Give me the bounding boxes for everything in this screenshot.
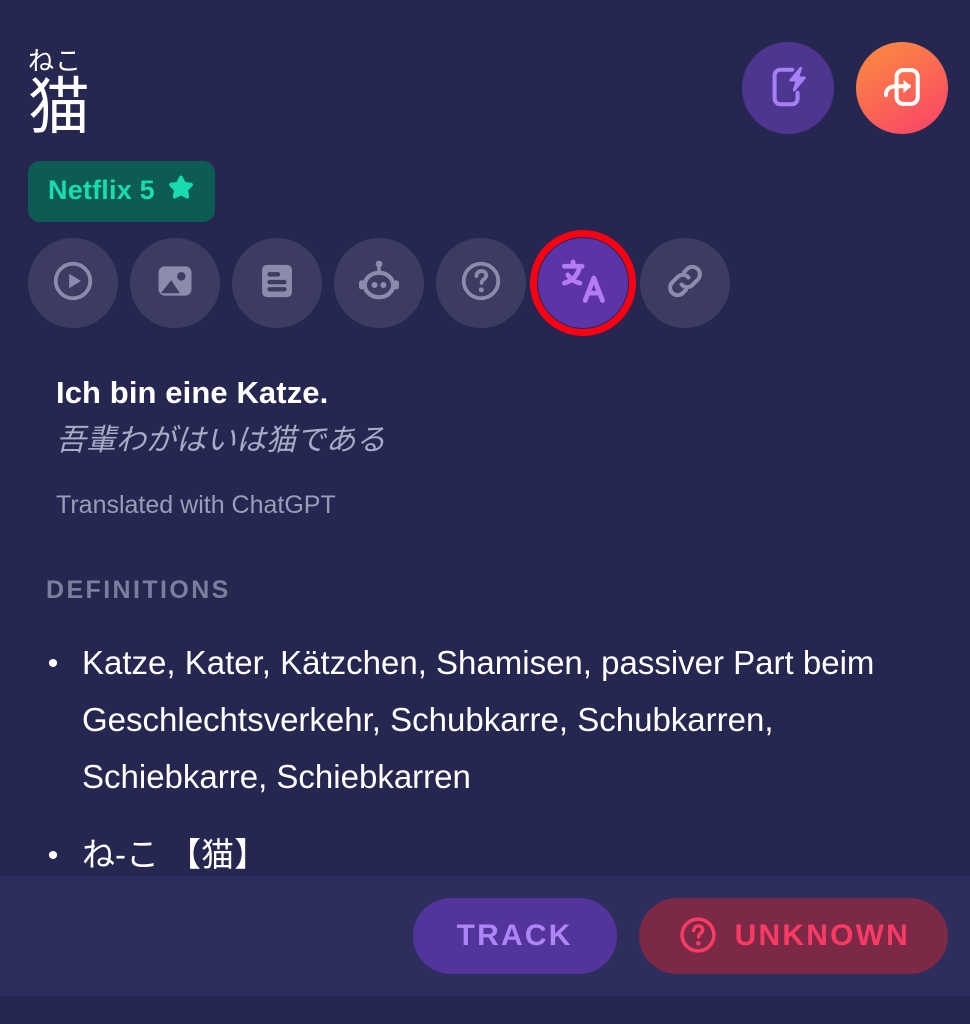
definitions-list: • Katze, Kater, Kätzchen, Shamisen, pass… (46, 635, 940, 876)
flashcard-button[interactable] (742, 42, 834, 134)
play-icon (50, 258, 96, 309)
export-arrow-icon (879, 64, 925, 113)
unknown-button-label: UNKNOWN (734, 919, 910, 952)
translation-source: Translated with ChatGPT (56, 490, 336, 519)
headword: 猫 (28, 73, 91, 142)
star-icon (165, 172, 197, 209)
word-title-block: ねこ 猫 (28, 48, 90, 139)
image-icon (152, 258, 198, 309)
definitions-section: DEFINITIONS • Katze, Kater, Kätzchen, Sh… (46, 576, 940, 876)
content-area: ねこ 猫 Netflix 5 Ich bin eine Katze. 吾輩わがは… (0, 0, 970, 876)
translate-icon (557, 255, 609, 312)
article-icon-button[interactable] (232, 238, 322, 328)
tool-icon-row (28, 230, 730, 336)
translation-block: Ich bin eine Katze. 吾輩わがはいは猫である Translat… (56, 372, 930, 521)
bottom-action-bar: TRACK UNKNOWN (0, 876, 970, 996)
link-icon (662, 258, 708, 309)
robot-icon (355, 257, 403, 310)
source-badge[interactable]: Netflix 5 (28, 161, 215, 222)
link-icon-button[interactable] (640, 238, 730, 328)
definitions-heading: DEFINITIONS (46, 576, 231, 604)
help-icon-button[interactable] (436, 238, 526, 328)
list-item: • Katze, Kater, Kätzchen, Shamisen, pass… (46, 635, 940, 805)
article-icon (254, 258, 300, 309)
flashcard-lightning-icon (765, 64, 811, 113)
translation-primary: Ich bin eine Katze. (56, 375, 329, 410)
definition-text: Katze, Kater, Kätzchen, Shamisen, passiv… (82, 644, 875, 795)
list-item: • ね-こ 【猫】 (46, 827, 940, 876)
question-circle-icon (677, 914, 719, 959)
unknown-button[interactable]: UNKNOWN (638, 898, 948, 974)
bullet-icon: • (47, 839, 59, 873)
help-icon (458, 258, 504, 309)
word-detail-screen: ねこ 猫 Netflix 5 Ich bin eine Katze. 吾輩わがは… (0, 0, 970, 1024)
translation-original: 吾輩わがはいは猫である (56, 423, 386, 457)
source-badge-label: Netflix 5 (48, 175, 155, 205)
translate-icon-button[interactable] (530, 230, 636, 336)
top-actions (742, 42, 948, 134)
play-icon-button[interactable] (28, 238, 118, 328)
track-button-label: TRACK (456, 919, 573, 952)
image-icon-button[interactable] (130, 238, 220, 328)
definition-text: ね-こ 【猫】 (82, 836, 268, 874)
bullet-icon: • (47, 647, 59, 680)
furigana-reading: ねこ (28, 46, 83, 76)
track-button[interactable]: TRACK (412, 898, 617, 974)
footer-strip (0, 996, 970, 1024)
robot-icon-button[interactable] (334, 238, 424, 328)
export-button[interactable] (856, 42, 948, 134)
